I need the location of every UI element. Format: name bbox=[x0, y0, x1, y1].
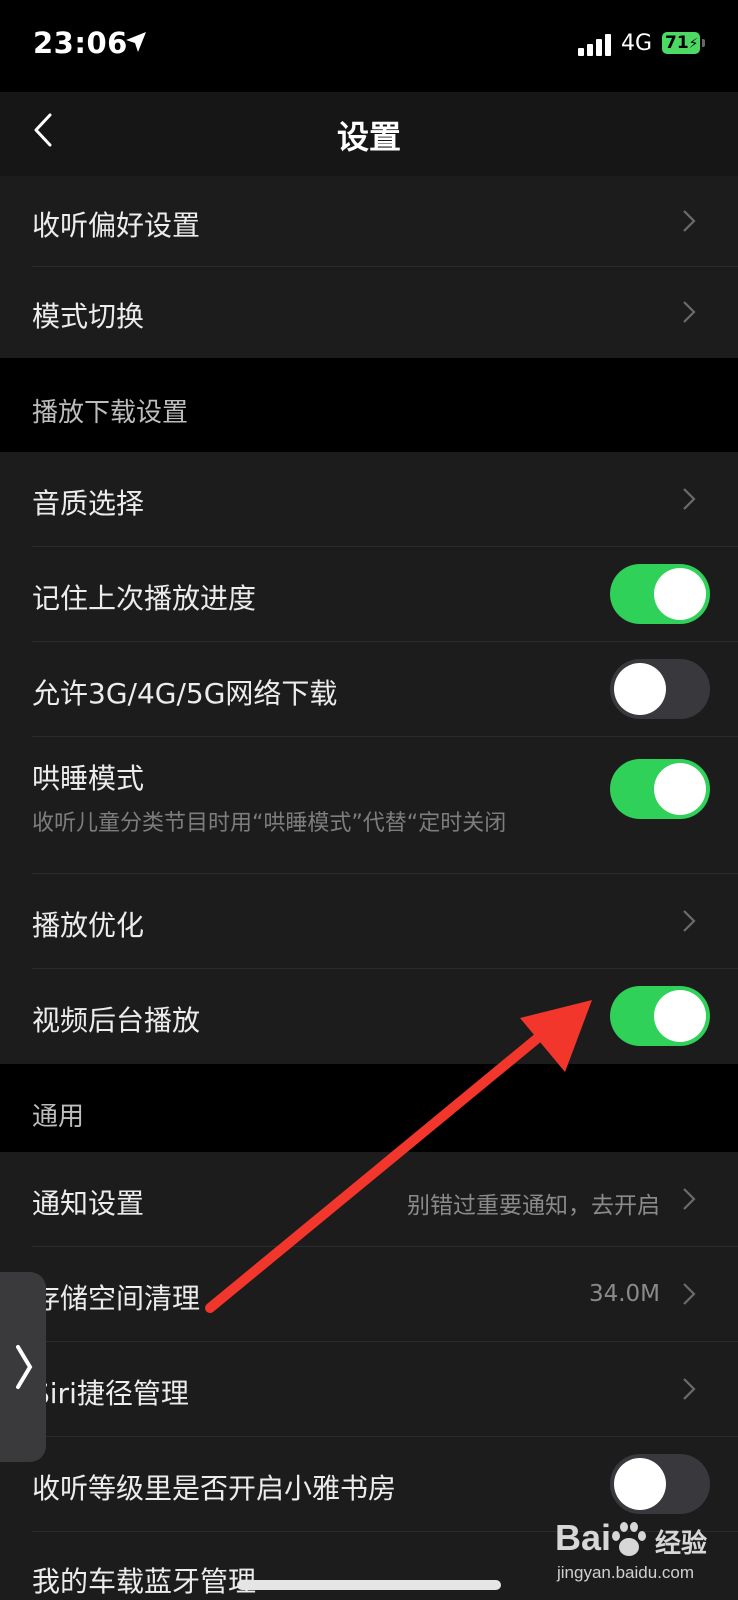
chevron-right-icon bbox=[683, 910, 696, 932]
section-header-general: 通用 bbox=[0, 1064, 738, 1152]
chevron-right-icon bbox=[683, 1378, 696, 1400]
chevron-right-icon bbox=[683, 1283, 696, 1305]
setting-row-remember-progress: 记住上次播放进度 bbox=[0, 547, 738, 641]
setting-value: 34.0M bbox=[588, 1281, 660, 1307]
setting-label: 哄睡模式 bbox=[32, 762, 145, 795]
setting-label: 允许3G/4G/5G网络下载 bbox=[32, 677, 338, 710]
setting-label: 播放优化 bbox=[32, 909, 145, 942]
toggle-knob bbox=[654, 568, 706, 620]
home-indicator bbox=[237, 1580, 501, 1590]
setting-row-cellular-download: 允许3G/4G/5G网络下载 bbox=[0, 642, 738, 736]
chevron-right-icon bbox=[683, 301, 696, 323]
setting-label: 我的车载蓝牙管理 bbox=[32, 1565, 257, 1598]
toggle-knob bbox=[654, 990, 706, 1042]
setting-label: 模式切换 bbox=[32, 300, 145, 333]
setting-value: 别错过重要通知，去开启 bbox=[407, 1193, 660, 1219]
baidu-jingyan-watermark: Bai 经验 jingyan.baidu.com bbox=[555, 1515, 725, 1595]
settings-group-play: 音质选择 记住上次播放进度 允许3G/4G/5G网络下载 哄睡模式 收听儿童分类… bbox=[0, 452, 738, 1064]
setting-row-siri-shortcuts[interactable]: Siri捷径管理 bbox=[0, 1342, 738, 1436]
toggle-knob bbox=[654, 763, 706, 815]
toggle-knob bbox=[614, 1458, 666, 1510]
watermark-url: jingyan.baidu.com bbox=[557, 1563, 695, 1582]
toggle-video-background-play[interactable] bbox=[610, 986, 710, 1046]
cellular-signal-icon bbox=[578, 34, 611, 56]
battery-level: 71 bbox=[665, 33, 689, 53]
setting-row-notifications[interactable]: 通知设置 别错过重要通知，去开启 bbox=[0, 1152, 738, 1246]
paw-icon bbox=[612, 1522, 646, 1556]
status-time: 23:06 bbox=[33, 26, 128, 60]
location-arrow-icon bbox=[126, 32, 146, 52]
setting-description: 收听儿童分类节目时用“哄睡模式”代替“定时关闭 bbox=[32, 811, 507, 836]
setting-row-mode-switch[interactable]: 模式切换 bbox=[0, 267, 738, 358]
setting-row-storage-cleanup[interactable]: 存储空间清理 34.0M bbox=[0, 1247, 738, 1341]
toggle-knob bbox=[614, 663, 666, 715]
chevron-right-icon bbox=[683, 488, 696, 510]
toggle-xiaoya-study[interactable] bbox=[610, 1454, 710, 1514]
toggle-cellular-download[interactable] bbox=[610, 659, 710, 719]
toggle-sleep-mode[interactable] bbox=[610, 759, 710, 819]
section-header-play-download: 播放下载设置 bbox=[0, 358, 738, 452]
settings-group-top: 收听偏好设置 模式切换 bbox=[0, 176, 738, 358]
watermark-brand: Bai bbox=[555, 1517, 612, 1558]
setting-label: 音质选择 bbox=[32, 487, 145, 520]
battery-icon: 71⚡ bbox=[662, 32, 706, 56]
section-header-label: 播放下载设置 bbox=[32, 398, 189, 428]
setting-label: Siri捷径管理 bbox=[32, 1377, 189, 1410]
chevron-right-icon bbox=[683, 210, 696, 232]
setting-label: 收听等级里是否开启小雅书房 bbox=[32, 1472, 397, 1505]
toggle-remember-progress[interactable] bbox=[610, 564, 710, 624]
setting-label: 视频后台播放 bbox=[32, 1004, 201, 1037]
status-bar: 23:06 4G 71⚡ bbox=[0, 0, 738, 92]
setting-row-playback-optimization[interactable]: 播放优化 bbox=[0, 874, 738, 968]
navigation-bar: 设置 bbox=[0, 92, 738, 176]
side-expand-handle[interactable] bbox=[0, 1272, 46, 1462]
setting-row-video-background-play: 视频后台播放 bbox=[0, 969, 738, 1064]
page-title: 设置 bbox=[336, 118, 401, 156]
setting-row-listening-preferences[interactable]: 收听偏好设置 bbox=[0, 176, 738, 266]
watermark-jingyan: 经验 bbox=[655, 1529, 708, 1559]
setting-row-sleep-mode: 哄睡模式 收听儿童分类节目时用“哄睡模式”代替“定时关闭 bbox=[0, 737, 738, 873]
charging-bolt-icon: ⚡ bbox=[688, 36, 699, 52]
setting-label: 收听偏好设置 bbox=[32, 209, 201, 242]
chevron-right-icon bbox=[683, 1188, 696, 1210]
setting-label: 通知设置 bbox=[32, 1187, 145, 1220]
network-type: 4G bbox=[621, 31, 653, 56]
setting-label: 记住上次播放进度 bbox=[32, 582, 257, 615]
section-header-label: 通用 bbox=[32, 1102, 85, 1132]
chevron-right-icon bbox=[16, 1345, 33, 1389]
setting-row-audio-quality[interactable]: 音质选择 bbox=[0, 452, 738, 546]
setting-label: 存储空间清理 bbox=[32, 1282, 201, 1315]
